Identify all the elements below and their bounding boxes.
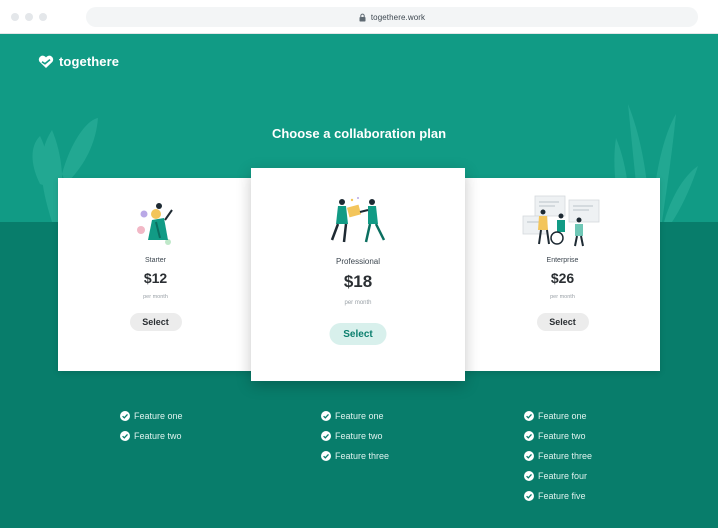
plan-price: $12 xyxy=(143,270,168,286)
feature-item: Feature one xyxy=(321,406,389,426)
check-circle-icon xyxy=(321,411,331,421)
check-circle-icon xyxy=(524,491,534,501)
window-minimize-dot[interactable] xyxy=(25,13,33,21)
app-window: togethere.work togethere Choose a collab… xyxy=(0,0,718,528)
check-circle-icon xyxy=(524,411,534,421)
window-close-dot[interactable] xyxy=(11,13,19,21)
starter-illustration-icon xyxy=(136,203,173,245)
plan-price: $18 xyxy=(343,272,373,291)
enterprise-illustration-icon xyxy=(522,195,599,247)
feature-item: Feature two xyxy=(524,426,592,446)
feature-item: Feature three xyxy=(524,446,592,466)
plan-card-enterprise: Enterprise $26 per month Select xyxy=(465,178,660,371)
heart-logo-icon xyxy=(38,55,54,68)
feature-item: Feature one xyxy=(524,406,592,426)
window-maximize-dot[interactable] xyxy=(39,13,47,21)
plan-card-professional: Professional $18 per month Select xyxy=(251,168,465,381)
feature-item: Feature one xyxy=(120,406,183,426)
check-circle-icon xyxy=(120,431,130,441)
plan-name: Starter xyxy=(144,257,166,264)
plan-period: per month xyxy=(550,294,575,300)
select-starter-button[interactable]: Select xyxy=(129,313,182,331)
select-enterprise-button[interactable]: Select xyxy=(536,313,589,331)
page-title: Choose a collaboration plan xyxy=(271,126,447,141)
address-url: togethere.work xyxy=(370,12,426,22)
plan-card-starter: Starter $12 per month Select xyxy=(58,178,253,371)
plan-period: per month xyxy=(344,300,372,306)
select-professional-button[interactable]: Select xyxy=(329,323,387,345)
check-circle-icon xyxy=(524,431,534,441)
feature-item: Feature three xyxy=(321,446,389,466)
feature-item: Feature five xyxy=(524,486,592,506)
lock-icon xyxy=(359,13,366,21)
check-circle-icon xyxy=(321,431,331,441)
feature-item: Feature four xyxy=(524,466,592,486)
plan-price: $26 xyxy=(550,270,575,286)
feature-item: Feature two xyxy=(120,426,183,446)
plan-name: Enterprise xyxy=(546,257,579,264)
feature-item: Feature two xyxy=(321,426,389,446)
brand-logo[interactable]: togethere xyxy=(38,54,119,69)
professional-feature-list: Feature one Feature two Feature three xyxy=(321,406,389,466)
brand-name: togethere xyxy=(59,54,120,69)
enterprise-feature-list: Feature one Feature two Feature three Fe… xyxy=(524,406,592,506)
check-circle-icon xyxy=(524,471,534,481)
address-bar[interactable]: togethere.work xyxy=(86,7,698,27)
plan-period: per month xyxy=(143,294,168,300)
starter-feature-list: Feature one Feature two xyxy=(120,406,183,446)
plan-name: Professional xyxy=(335,257,381,266)
browser-chrome: togethere.work xyxy=(0,0,718,34)
check-circle-icon xyxy=(120,411,130,421)
professional-illustration-icon xyxy=(330,197,386,243)
check-circle-icon xyxy=(524,451,534,461)
check-circle-icon xyxy=(321,451,331,461)
